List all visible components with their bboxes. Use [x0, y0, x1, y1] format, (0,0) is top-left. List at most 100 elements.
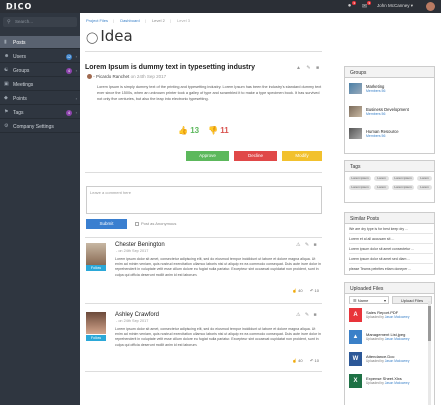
- user-menu[interactable]: John McCanney ▾: [377, 3, 413, 9]
- file-item[interactable]: X Expense Sheet.Xlxs Uploaded by Jason M…: [349, 374, 429, 389]
- post-byline: - Picardo Ranchet on 24th Sep 2017: [87, 74, 167, 80]
- bell-icon[interactable]: ▲: [296, 65, 301, 71]
- post-author[interactable]: - Picardo Ranchet: [93, 74, 129, 79]
- notification-badge: 3: [352, 1, 356, 5]
- breadcrumb-item[interactable]: Dashboard: [120, 18, 140, 23]
- group-image: [349, 106, 362, 117]
- sidebar-item-label: Groups: [13, 68, 30, 74]
- uploaded-files-title: Uploaded Files: [345, 283, 434, 294]
- upvote-count: 13: [190, 126, 200, 135]
- reply-button[interactable]: ↶ 10: [310, 358, 319, 363]
- delete-icon[interactable]: ■: [313, 312, 316, 318]
- edit-icon[interactable]: ✎: [305, 312, 309, 318]
- upvote-button[interactable]: 👍 13: [178, 126, 199, 135]
- thumbs-up-icon: 👍: [178, 126, 188, 135]
- delete-icon[interactable]: ■: [316, 65, 319, 71]
- breadcrumb-separator: |: [169, 18, 171, 23]
- sidebar-item-company-settings[interactable]: ⚙ Company Settings: [0, 120, 80, 133]
- modify-button[interactable]: Modify: [282, 151, 322, 161]
- submit-button[interactable]: Submit: [86, 219, 127, 229]
- file-item[interactable]: A Sales Report.PDF Uploaded by Jason Mcd…: [349, 308, 429, 323]
- commenter-name[interactable]: Chester Benington: [115, 242, 165, 248]
- tag-chip[interactable]: Lorem ipsum: [392, 185, 414, 190]
- thumbs-up-icon: ☝: [292, 288, 297, 293]
- page-title: ◯ Idea: [86, 27, 133, 45]
- tag-chip[interactable]: Lorem ipsum: [392, 176, 414, 181]
- logo[interactable]: DICO PHP DEMOCRATIC: [6, 2, 32, 11]
- sidebar-search-input[interactable]: ⚲ Search...: [3, 17, 77, 27]
- sidebar-item-groups[interactable]: ☯ Groups 4 ›: [0, 64, 80, 77]
- breadcrumb-separator: |: [113, 18, 115, 23]
- files-scrollbar[interactable]: [428, 301, 431, 405]
- breadcrumb-item[interactable]: Level 2: [152, 18, 165, 23]
- message-icon[interactable]: ✉ 3: [361, 1, 371, 10]
- tag-chip[interactable]: Lorem ipsum: [349, 185, 371, 190]
- group-image: [349, 83, 362, 94]
- tag-chip[interactable]: Lorem ipsum: [349, 176, 371, 181]
- uploader-name[interactable]: Jason Mcdowney: [385, 359, 410, 363]
- downvote-button[interactable]: 👎 11: [208, 126, 229, 135]
- warning-icon[interactable]: ⚠: [296, 312, 300, 318]
- group-members: Members 56: [366, 89, 386, 93]
- uploaded-files-panel: Uploaded Files ☰ Name ▾ Upload Files A S…: [344, 282, 435, 405]
- similar-post-link[interactable]: Lorem ipsum dolor sit amet sed diam ...: [349, 255, 433, 264]
- delete-icon[interactable]: ■: [313, 242, 316, 248]
- group-members: Members 56: [366, 134, 386, 138]
- like-button[interactable]: ☝ 40: [292, 288, 303, 293]
- tag-chip[interactable]: Lorem: [374, 185, 389, 190]
- lightbulb-icon: ◯: [86, 31, 99, 44]
- sidebar-item-tags[interactable]: ⚑ Tags 4 ›: [0, 106, 80, 119]
- group-image: [349, 128, 362, 139]
- file-uploader: Uploaded by Jason Mcdowney: [366, 381, 409, 385]
- comment-text: Lorem ipsum dolor sit amet, consectetur …: [115, 257, 321, 277]
- sidebar-item-posts[interactable]: ▮ Posts: [0, 36, 80, 49]
- breadcrumb-item[interactable]: Project Files: [86, 18, 108, 23]
- warning-icon[interactable]: ⚠: [296, 242, 300, 248]
- comment-placeholder: Leave a comment here: [90, 190, 131, 195]
- tag-chip[interactable]: Lorem: [374, 176, 389, 181]
- commenter-avatar: [86, 243, 106, 265]
- approve-button[interactable]: Approve: [186, 151, 229, 161]
- post-date: on 24th Sep 2017: [130, 74, 167, 79]
- breadcrumb-separator: |: [144, 18, 146, 23]
- file-uploader: Uploaded by Jason Mcdowney: [366, 359, 409, 363]
- group-item[interactable]: Marketing Members 56: [349, 82, 433, 97]
- tag-chip[interactable]: Lorem: [417, 185, 432, 190]
- group-item[interactable]: Human Resource Members 56: [349, 127, 433, 142]
- group-item[interactable]: Business Development Members 56: [349, 105, 433, 120]
- notification-bell-icon[interactable]: ● 3: [346, 1, 356, 10]
- follow-button[interactable]: Follow: [86, 335, 106, 341]
- similar-post-link[interactable]: please Teams pebrites etiam doneper ...: [349, 265, 433, 274]
- follow-button[interactable]: Follow: [86, 265, 106, 271]
- sort-select[interactable]: ☰ Name ▾: [349, 296, 389, 304]
- reply-button[interactable]: ↶ 10: [310, 288, 319, 293]
- uploader-name[interactable]: Jason Mcdowney: [385, 337, 410, 341]
- similar-post-link[interactable]: Lorem et al all accusam sit ...: [349, 235, 433, 244]
- uploader-name[interactable]: Jason Mcdowney: [385, 315, 410, 319]
- commenter-name[interactable]: Ashley Crawford: [115, 312, 159, 318]
- decline-button[interactable]: Decline: [234, 151, 277, 161]
- similar-post-link[interactable]: We are dry type is for best keep dry ...: [349, 225, 433, 234]
- user-avatar[interactable]: [426, 2, 435, 11]
- like-button[interactable]: ☝ 40: [292, 358, 303, 363]
- file-item[interactable]: W Attendance.Doc Uploaded by Jason Mcdow…: [349, 352, 429, 367]
- sidebar-item-meetings[interactable]: ▣ Meetings: [0, 78, 80, 91]
- anonymous-checkbox[interactable]: Post as Anonymous: [135, 221, 176, 226]
- edit-icon[interactable]: ✎: [305, 242, 309, 248]
- scrollbar-thumb[interactable]: [428, 306, 431, 341]
- upload-files-button[interactable]: Upload Files: [392, 296, 432, 304]
- sidebar-item-points[interactable]: ◆ Points ›: [0, 92, 80, 105]
- uploader-name[interactable]: Jason Mcdowney: [385, 381, 410, 385]
- file-item[interactable]: ▲ Management List.jpeg Uploaded by Jason…: [349, 330, 429, 345]
- count-badge: 4: [66, 67, 72, 74]
- similar-post-link[interactable]: Lorem ipsum dolor sit amet consectetur .…: [349, 245, 433, 254]
- groups-panel-title: Groups: [345, 67, 434, 78]
- tags-panel: Tags Lorem ipsum Lorem Lorem ipsum Lorem…: [344, 160, 435, 203]
- sidebar-item-users[interactable]: ☻ Users 12 ›: [0, 50, 80, 63]
- edit-icon[interactable]: ✎: [306, 65, 310, 71]
- breadcrumb: Project Files | Dashboard | Level 2 | Level…: [86, 18, 195, 23]
- tag-chip[interactable]: Lorem: [417, 176, 432, 181]
- uploaded-by-label: Uploaded by: [366, 315, 384, 319]
- comment-input[interactable]: Leave a comment here: [86, 186, 322, 214]
- sidebar-item-label: Company Settings: [13, 124, 54, 130]
